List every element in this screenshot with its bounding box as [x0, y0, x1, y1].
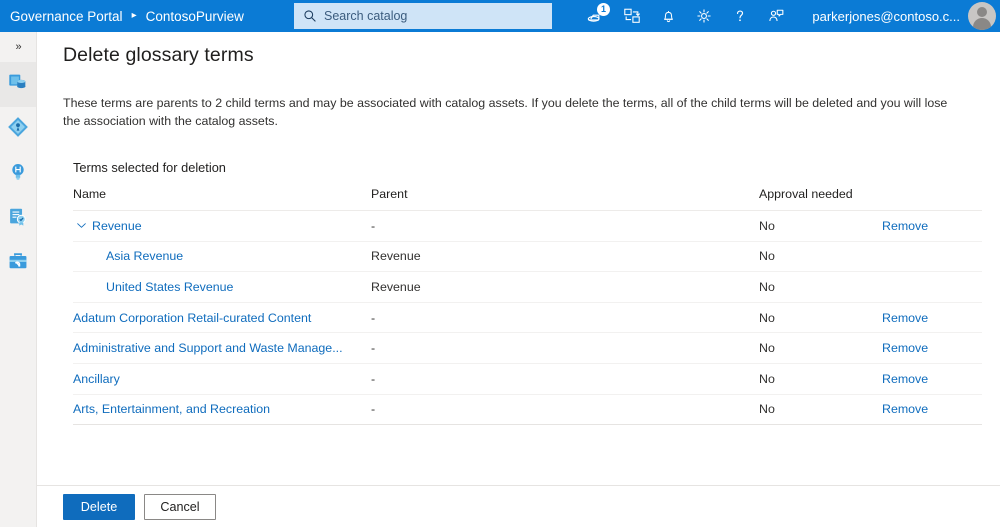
remove-link[interactable]: Remove [882, 372, 928, 386]
cell-approval-needed: No [759, 333, 882, 364]
cell-parent: - [371, 302, 759, 333]
cell-parent: - [371, 211, 759, 242]
column-header-name: Name [73, 187, 371, 211]
column-header-approval: Approval needed [759, 187, 882, 211]
term-name-link[interactable]: Asia Revenue [106, 249, 183, 263]
avatar[interactable] [968, 2, 996, 30]
cell-name: Administrative and Support and Waste Man… [73, 333, 371, 364]
notifications-bell-icon[interactable] [650, 0, 686, 32]
cell-name: Asia Revenue [73, 241, 371, 272]
data-map-diamond-icon [7, 116, 29, 143]
remove-link[interactable]: Remove [882, 219, 928, 233]
table-header-row: Name Parent Approval needed [73, 187, 982, 211]
search-input[interactable] [324, 9, 543, 23]
main-content-panel: Delete glossary terms These terms are pa… [37, 32, 1000, 527]
breadcrumb-separator-icon: ▸ [132, 11, 137, 21]
data-map-badge-count: 1 [597, 3, 610, 16]
cell-actions: Remove [882, 211, 982, 242]
cancel-button[interactable]: Cancel [144, 494, 216, 520]
settings-gear-icon[interactable] [686, 0, 722, 32]
top-header-bar: Governance Portal ▸ ContosoPurview 1 [0, 0, 1000, 32]
table-row: Ancillary -NoRemove [73, 363, 982, 394]
cell-actions: Remove [882, 302, 982, 333]
cell-approval-needed: No [759, 394, 882, 425]
page-title: Delete glossary terms [63, 44, 254, 67]
table-body: Revenue-NoRemoveAsia RevenueRevenueNoUni… [73, 211, 982, 425]
chevron-down-icon[interactable] [73, 218, 89, 234]
column-header-parent: Parent [371, 187, 759, 211]
sidebar-item-data-map[interactable] [0, 107, 36, 152]
column-header-actions [882, 187, 982, 211]
term-name-link[interactable]: United States Revenue [106, 280, 233, 294]
cell-name: Ancillary [73, 363, 371, 394]
expand-navigation-button[interactable]: » [0, 32, 36, 62]
cell-actions [882, 272, 982, 303]
sidebar-item-data-policy[interactable] [0, 197, 36, 242]
help-question-icon[interactable] [722, 0, 758, 32]
cell-actions: Remove [882, 363, 982, 394]
avatar-body [973, 18, 991, 30]
policy-certificate-icon [7, 206, 29, 233]
cell-parent: - [371, 363, 759, 394]
brand-title[interactable]: Governance Portal [10, 9, 123, 24]
search-catalog-box[interactable] [294, 3, 552, 29]
user-account-area[interactable]: parkerjones@contoso.c... [812, 0, 1000, 32]
left-navigation-rail: » [0, 32, 37, 527]
table-caption: Terms selected for deletion [73, 160, 226, 175]
remove-link[interactable]: Remove [882, 311, 928, 325]
cell-approval-needed: No [759, 272, 882, 303]
cell-actions: Remove [882, 394, 982, 425]
sidebar-item-data-catalog[interactable] [0, 62, 36, 107]
user-email-label: parkerjones@contoso.c... [812, 9, 968, 24]
header-icon-group: 1 [578, 0, 794, 32]
cell-actions: Remove [882, 333, 982, 364]
cell-parent: Revenue [371, 241, 759, 272]
avatar-head [977, 7, 987, 17]
remove-link[interactable]: Remove [882, 341, 928, 355]
cell-parent: - [371, 394, 759, 425]
remove-link[interactable]: Remove [882, 402, 928, 416]
cell-name: Arts, Entertainment, and Recreation [73, 394, 371, 425]
delete-button[interactable]: Delete [63, 494, 135, 520]
data-map-icon[interactable]: 1 [578, 0, 614, 32]
terms-table: Name Parent Approval needed Revenue-NoRe… [73, 187, 982, 425]
management-toolbox-icon [7, 251, 29, 278]
cell-name: Adatum Corporation Retail-curated Conten… [73, 302, 371, 333]
search-icon [303, 9, 317, 23]
warning-description-text: These terms are parents to 2 child terms… [63, 94, 961, 130]
breadcrumb: Governance Portal ▸ ContosoPurview [0, 9, 244, 24]
table-row: Asia Revenue RevenueNo [73, 241, 982, 272]
sidebar-item-management[interactable] [0, 242, 36, 287]
table-row: Administrative and Support and Waste Man… [73, 333, 982, 364]
table-row: United States Revenue RevenueNo [73, 272, 982, 303]
sidebar-item-data-insights[interactable] [0, 152, 36, 197]
term-name-link[interactable]: Administrative and Support and Waste Man… [73, 341, 343, 355]
cell-approval-needed: No [759, 363, 882, 394]
cell-approval-needed: No [759, 302, 882, 333]
table-row: Adatum Corporation Retail-curated Conten… [73, 302, 982, 333]
cell-name: United States Revenue [73, 272, 371, 303]
term-name-link[interactable]: Ancillary [73, 372, 120, 386]
cell-approval-needed: No [759, 211, 882, 242]
feedback-person-icon[interactable] [758, 0, 794, 32]
term-name-link[interactable]: Arts, Entertainment, and Recreation [73, 402, 270, 416]
cell-actions [882, 241, 982, 272]
term-name-link[interactable]: Adatum Corporation Retail-curated Conten… [73, 311, 311, 325]
table-row: Arts, Entertainment, and Recreation -NoRe… [73, 394, 982, 425]
cell-approval-needed: No [759, 241, 882, 272]
lightbulb-insights-icon [7, 161, 29, 188]
data-share-icon[interactable] [614, 0, 650, 32]
cell-parent: Revenue [371, 272, 759, 303]
cell-name: Revenue [73, 211, 371, 242]
action-footer: Delete Cancel [37, 485, 1000, 527]
term-name-link[interactable]: Revenue [92, 219, 142, 233]
table-row: Revenue -NoRemove [73, 211, 982, 242]
data-catalog-icon [7, 71, 29, 98]
cell-parent: - [371, 333, 759, 364]
breadcrumb-account-name[interactable]: ContosoPurview [146, 9, 244, 24]
